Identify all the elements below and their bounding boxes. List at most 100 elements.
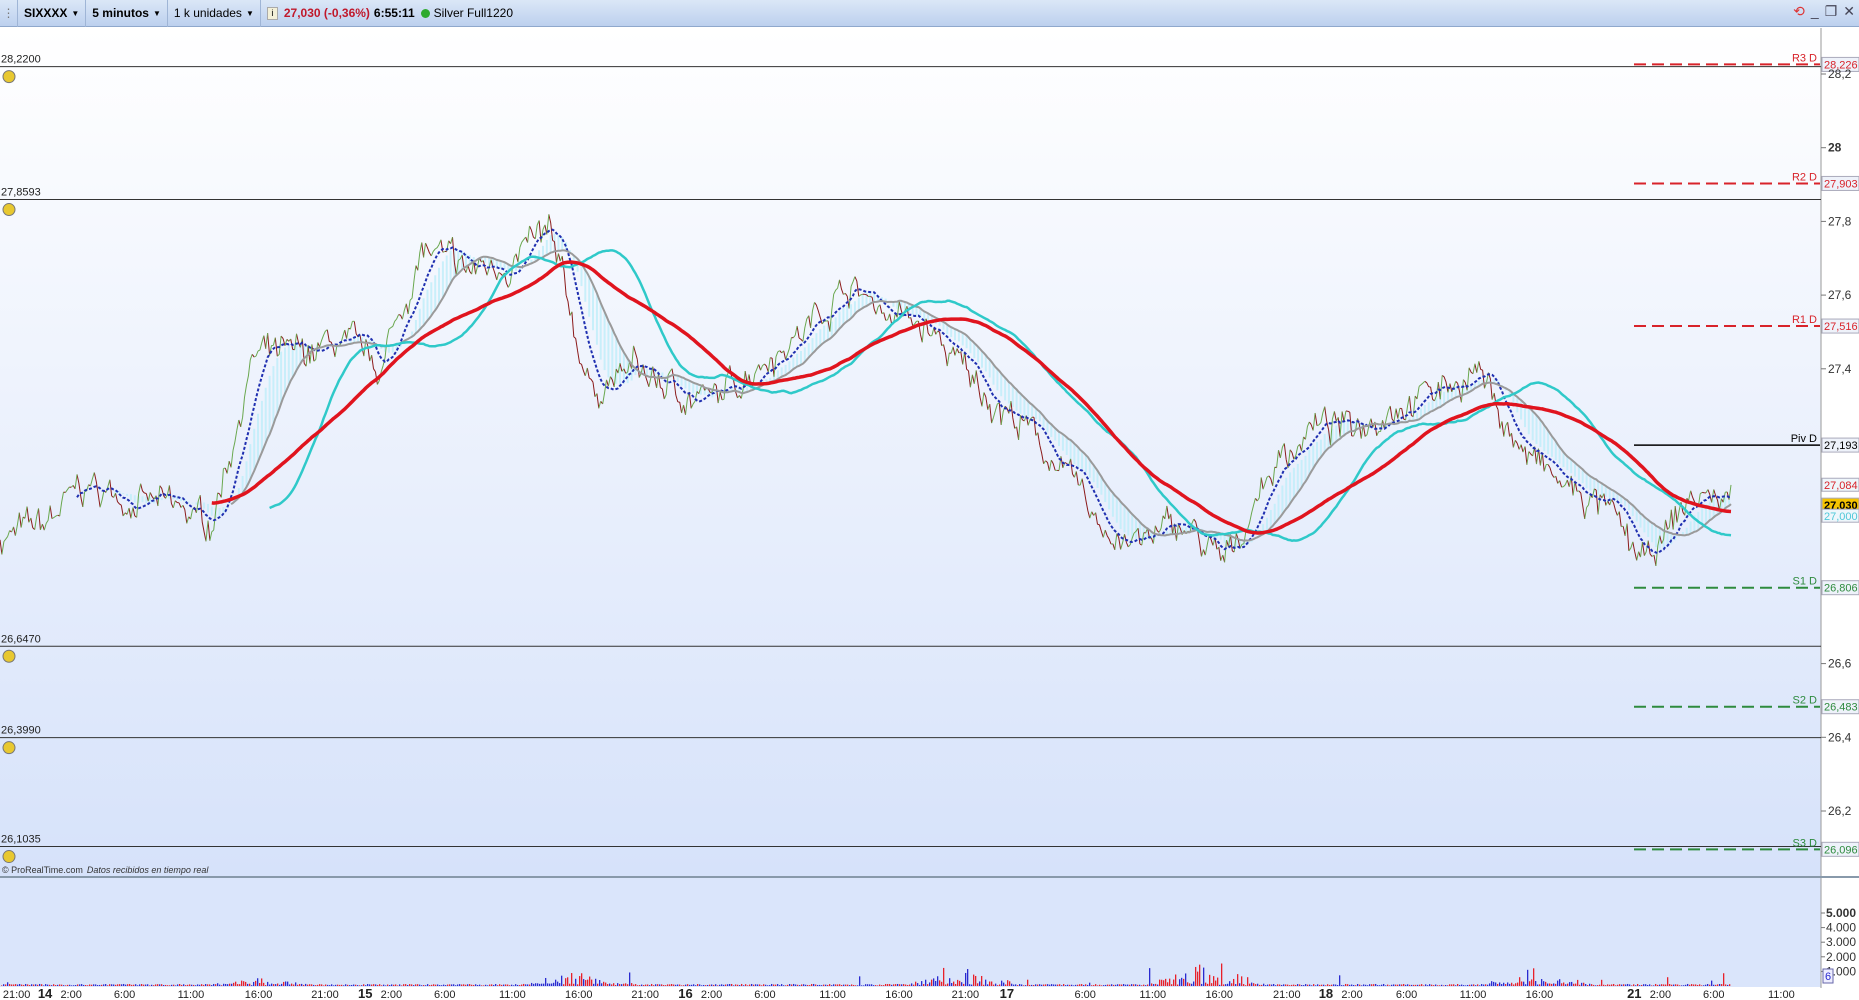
volume-bar bbox=[451, 984, 453, 986]
chevron-down-icon: ▼ bbox=[152, 8, 161, 18]
price-chart[interactable]: 28,2200 27,8593 26,6470 26,3990 26,1035 R3 D 2… bbox=[0, 28, 1859, 1000]
volume-bar bbox=[863, 985, 865, 986]
volume-bar bbox=[699, 984, 701, 986]
time-label: 11:00 bbox=[1139, 989, 1166, 1000]
volume-bar bbox=[217, 983, 219, 986]
volume-bar bbox=[1567, 983, 1569, 986]
volume-bar bbox=[413, 985, 415, 986]
volume-bar bbox=[881, 985, 883, 986]
volume-bar bbox=[591, 979, 593, 986]
bell-icon[interactable] bbox=[2, 70, 16, 84]
volume-bar bbox=[387, 984, 389, 986]
volume-bar bbox=[1375, 983, 1377, 986]
volume-bar bbox=[785, 985, 787, 986]
units-selector[interactable]: 1 k unidades ▼ bbox=[168, 0, 261, 27]
volume-bar bbox=[1163, 980, 1165, 986]
volume-bar bbox=[201, 984, 203, 986]
time-label: 11:00 bbox=[1768, 989, 1795, 1000]
volume-bar bbox=[165, 984, 167, 986]
volume-bar bbox=[1173, 979, 1175, 986]
volume-bar bbox=[287, 981, 289, 986]
chevron-down-icon: ▼ bbox=[71, 8, 80, 18]
bell-icon[interactable] bbox=[2, 741, 16, 755]
volume-bar bbox=[545, 977, 547, 986]
volume-bar bbox=[1275, 985, 1277, 986]
price-tick-label: 26,2 bbox=[1828, 804, 1852, 818]
time-label: 21:00 bbox=[631, 989, 659, 1000]
volume-bar bbox=[1391, 984, 1393, 986]
volume-panel bbox=[0, 877, 1821, 987]
volume-bar bbox=[719, 984, 721, 986]
volume-bar bbox=[15, 984, 17, 986]
volume-bar bbox=[25, 983, 27, 986]
volume-bar bbox=[437, 984, 439, 986]
info-icon[interactable]: i bbox=[266, 6, 278, 20]
volume-bar bbox=[77, 984, 79, 986]
volume-bar bbox=[1617, 984, 1619, 986]
bell-icon[interactable] bbox=[2, 649, 16, 663]
volume-bar bbox=[1213, 976, 1215, 986]
bell-icon[interactable] bbox=[2, 850, 16, 864]
volume-bar bbox=[1593, 984, 1595, 986]
volume-bar bbox=[491, 984, 493, 986]
volume-bar bbox=[1351, 984, 1353, 986]
volume-bar bbox=[711, 984, 713, 986]
volume-bar bbox=[153, 985, 155, 986]
time-label: 11:00 bbox=[819, 989, 846, 1000]
volume-bar bbox=[1273, 983, 1275, 986]
volume-bar bbox=[1423, 985, 1425, 986]
volume-bar bbox=[995, 983, 997, 986]
timeframe-selector[interactable]: 5 minutos ▼ bbox=[86, 0, 168, 27]
volume-bar bbox=[291, 983, 293, 986]
volume-bar bbox=[961, 982, 963, 986]
volume-bar bbox=[305, 983, 307, 986]
restore-icon[interactable]: ❐ bbox=[1825, 3, 1838, 20]
volume-bar bbox=[585, 980, 587, 986]
volume-bar bbox=[333, 985, 335, 986]
volume-bar bbox=[405, 984, 407, 986]
volume-bar bbox=[1277, 984, 1279, 986]
volume-bar bbox=[1561, 983, 1563, 986]
volume-bar bbox=[887, 984, 889, 986]
refresh-icon[interactable]: ⟲ bbox=[1793, 3, 1805, 20]
volume-bar bbox=[75, 985, 77, 986]
volume-bar bbox=[1131, 984, 1133, 986]
volume-bar bbox=[1107, 984, 1109, 986]
volume-bar bbox=[275, 984, 277, 986]
marker-value: 27,084 bbox=[1824, 480, 1858, 492]
volume-bar bbox=[1455, 985, 1457, 986]
minimize-icon[interactable]: _ bbox=[1811, 3, 1819, 20]
volume-bar bbox=[1579, 984, 1581, 986]
time-label: 6:00 bbox=[434, 989, 455, 1000]
pivot-name: R1 D bbox=[1792, 314, 1817, 326]
volume-bar bbox=[269, 984, 271, 986]
bell-icon[interactable] bbox=[2, 203, 16, 217]
instrument-selector[interactable]: SIXXXX ▼ bbox=[18, 0, 87, 27]
volume-bar bbox=[1235, 984, 1237, 986]
volume-bar bbox=[1427, 985, 1429, 986]
close-icon[interactable]: ✕ bbox=[1843, 3, 1855, 20]
volume-bar bbox=[241, 980, 243, 986]
volume-bar bbox=[347, 984, 349, 986]
volume-bar bbox=[1207, 983, 1209, 986]
volume-bar bbox=[531, 982, 533, 986]
volume-bar bbox=[307, 984, 309, 986]
volume-bar bbox=[749, 984, 751, 986]
volume-tick-label: 4.000 bbox=[1826, 921, 1856, 935]
volume-bar bbox=[85, 985, 87, 986]
pivot-name: S2 D bbox=[1793, 695, 1818, 707]
time-label: 21:00 bbox=[3, 989, 31, 1000]
volume-bar bbox=[1543, 981, 1545, 986]
volume-bar bbox=[633, 984, 635, 986]
volume-bar bbox=[705, 985, 707, 986]
time-label: 21:00 bbox=[1273, 989, 1301, 1000]
volume-bar bbox=[839, 984, 841, 986]
pivot-name: S1 D bbox=[1793, 576, 1818, 588]
volume-bar bbox=[1677, 984, 1679, 986]
drag-handle-icon[interactable]: ⋮ bbox=[0, 0, 18, 27]
volume-bar bbox=[1609, 984, 1611, 986]
volume-bar bbox=[1515, 983, 1517, 986]
volume-bar bbox=[1429, 984, 1431, 986]
volume-bar bbox=[1143, 984, 1145, 986]
volume-bar bbox=[1359, 984, 1361, 986]
